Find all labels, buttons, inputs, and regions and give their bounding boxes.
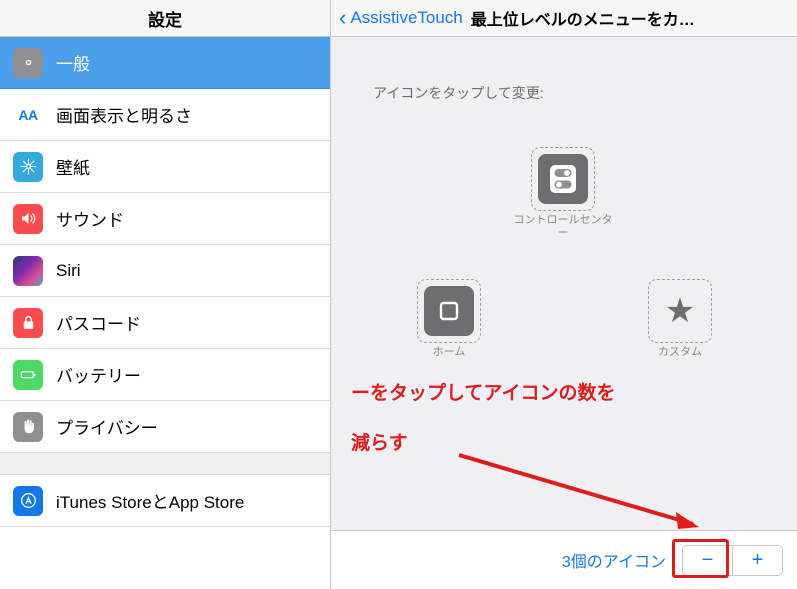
star-icon: ★ <box>664 292 696 330</box>
sidebar-item-label: サウンド <box>56 211 124 230</box>
icon-count-footer: 3個のアイコン − + <box>331 530 797 589</box>
sidebar-item-sound[interactable]: サウンド <box>0 193 330 245</box>
hand-icon <box>13 411 43 442</box>
sidebar-item-display-brightness[interactable]: AA 画面表示と明るさ <box>0 89 330 141</box>
sidebar-item-label: 画面表示と明るさ <box>56 107 192 126</box>
menu-slot-control-center[interactable]: コントロールセンター <box>513 147 613 240</box>
slot-label: ホーム <box>432 346 466 358</box>
sidebar-item-label: 一般 <box>56 55 90 74</box>
annotation-line-2: 減らす <box>351 433 408 454</box>
detail-header: ‹ AssistiveTouch 最上位レベルのメニューをカ… <box>331 0 797 37</box>
sidebar-item-label: バッテリー <box>56 367 141 386</box>
sidebar-item-siri[interactable]: Siri <box>0 245 330 297</box>
sidebar-item-label: iTunes StoreとApp Store <box>56 493 245 512</box>
ios-settings-screen: 設定 一般 AA 画面表示と明るさ 壁紙 サウンド Siri パスコード バッテ… <box>0 0 797 589</box>
sidebar-item-label: プライバシー <box>56 419 158 438</box>
home-square-icon <box>424 286 474 336</box>
slot-dashed-frame <box>531 147 595 211</box>
icon-count-stepper[interactable]: − + <box>682 544 783 576</box>
menu-slot-custom[interactable]: ★ カスタム <box>630 279 730 359</box>
display-brightness-icon: AA <box>13 99 43 130</box>
list-section-gap <box>0 453 330 475</box>
control-center-icon <box>538 154 588 204</box>
slot-dashed-frame <box>417 279 481 343</box>
wallpaper-flower-icon <box>13 151 43 182</box>
lock-icon <box>13 307 43 338</box>
page-title: 設定 <box>148 10 182 30</box>
instruction-text: アイコンをタップして変更: <box>373 85 544 101</box>
sidebar-item-wallpaper[interactable]: 壁紙 <box>0 141 330 193</box>
battery-icon <box>13 359 43 390</box>
speaker-icon <box>13 203 43 234</box>
sidebar-item-passcode[interactable]: パスコード <box>0 297 330 349</box>
settings-list: 一般 AA 画面表示と明るさ 壁紙 サウンド Siri パスコード バッテリー … <box>0 37 330 527</box>
app-store-icon <box>13 485 43 516</box>
menu-icon-grid: コントロールセンター ホーム ★ カスタム <box>331 103 797 358</box>
sidebar-header: 設定 <box>0 0 330 37</box>
chevron-left-icon[interactable]: ‹ <box>337 7 348 29</box>
sidebar-item-label: パスコード <box>56 315 141 334</box>
sidebar-item-battery[interactable]: バッテリー <box>0 349 330 401</box>
detail-title: 最上位レベルのメニューをカ… <box>470 12 695 29</box>
gear-icon <box>13 47 43 78</box>
sidebar-item-privacy[interactable]: プライバシー <box>0 401 330 453</box>
menu-slot-home[interactable]: ホーム <box>399 279 499 359</box>
siri-icon <box>13 255 43 286</box>
annotation-line-1: ーをタップしてアイコンの数を <box>351 383 616 404</box>
sidebar-item-itunes-appstore[interactable]: iTunes StoreとApp Store <box>0 475 330 527</box>
slot-dashed-frame: ★ <box>648 279 712 343</box>
slot-label: カスタム <box>658 346 702 358</box>
sidebar-item-general[interactable]: 一般 <box>0 37 330 89</box>
settings-sidebar: 設定 一般 AA 画面表示と明るさ 壁紙 サウンド Siri パスコード バッテ… <box>0 0 331 589</box>
icon-count-label: 3個のアイコン <box>561 554 666 571</box>
assistive-touch-detail-pane: ‹ AssistiveTouch 最上位レベルのメニューをカ… アイコンをタップ… <box>331 0 797 589</box>
slot-label: コントロールセンター <box>513 214 613 239</box>
decrease-icons-button[interactable]: − <box>683 545 732 575</box>
increase-icons-button[interactable]: + <box>733 545 782 575</box>
sidebar-item-label: 壁紙 <box>56 159 90 178</box>
back-button-label[interactable]: AssistiveTouch <box>350 8 462 28</box>
sidebar-item-label: Siri <box>56 260 81 280</box>
